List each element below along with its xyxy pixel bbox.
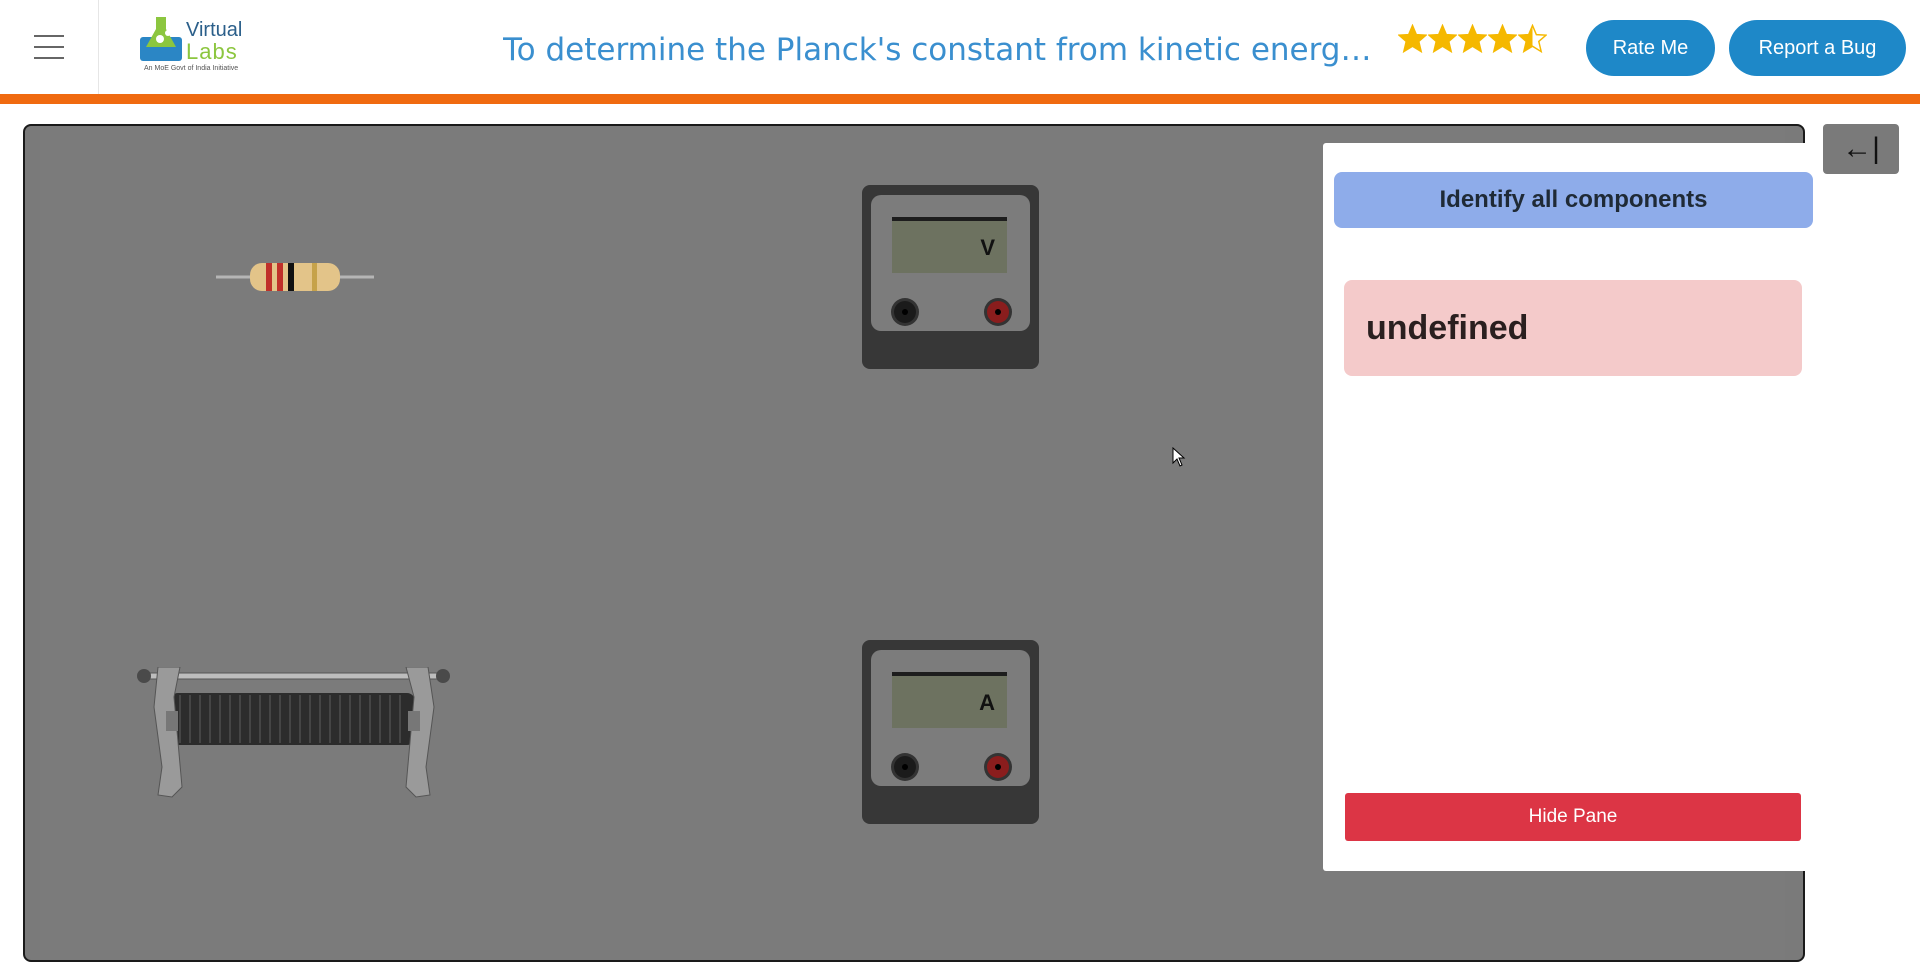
resistor-component[interactable] (216, 260, 374, 299)
ammeter-black-terminal[interactable] (894, 756, 916, 778)
ammeter-display: A (892, 672, 1007, 728)
voltmeter-component[interactable]: V (862, 185, 1039, 369)
ammeter-red-terminal[interactable] (987, 756, 1009, 778)
voltmeter-display: V (892, 217, 1007, 273)
ammeter-label: A (979, 690, 995, 715)
logo-tagline: An MoE Govt of India Initiative (144, 65, 239, 72)
experiment-title: To determine the Planck's constant from … (503, 32, 1376, 68)
top-header: Virtual Labs An MoE Govt of India Initia… (0, 0, 1920, 94)
pane-header: Identify all components (1334, 172, 1813, 228)
voltmeter-red-terminal[interactable] (987, 301, 1009, 323)
rheostat-component[interactable] (136, 666, 451, 807)
rate-me-button[interactable]: Rate Me (1586, 20, 1715, 76)
rating-stars (1398, 24, 1548, 58)
star-icon (1488, 24, 1517, 54)
hamburger-menu-button[interactable] (0, 0, 99, 94)
mouse-cursor-icon (1172, 447, 1186, 467)
star-icon (1458, 24, 1487, 54)
hamburger-icon (34, 35, 64, 59)
collapse-pane-button[interactable]: ←| (1823, 124, 1899, 174)
star-icon (1428, 24, 1457, 54)
virtual-labs-logo[interactable]: Virtual Labs An MoE Govt of India Initia… (138, 15, 250, 77)
accent-bar (0, 94, 1920, 104)
ammeter-face: A (871, 650, 1030, 786)
arrow-left-bar-icon: ←| (1842, 132, 1880, 165)
hide-pane-button[interactable]: Hide Pane (1345, 793, 1801, 841)
flask-logo-icon (140, 17, 182, 61)
star-icon (1518, 24, 1547, 54)
instruction-pane: Identify all components undefined Hide P… (1323, 143, 1822, 871)
resistor-icon (216, 263, 374, 291)
rheostat-icon (137, 666, 450, 798)
pane-message: undefined (1344, 280, 1802, 376)
voltmeter-black-terminal[interactable] (894, 301, 916, 323)
star-icon (1398, 24, 1427, 54)
voltmeter-face: V (871, 195, 1030, 331)
report-bug-button[interactable]: Report a Bug (1729, 20, 1906, 76)
voltmeter-label: V (980, 235, 995, 260)
logo-word-labs: Labs (186, 39, 238, 64)
ammeter-component[interactable]: A (862, 640, 1039, 824)
